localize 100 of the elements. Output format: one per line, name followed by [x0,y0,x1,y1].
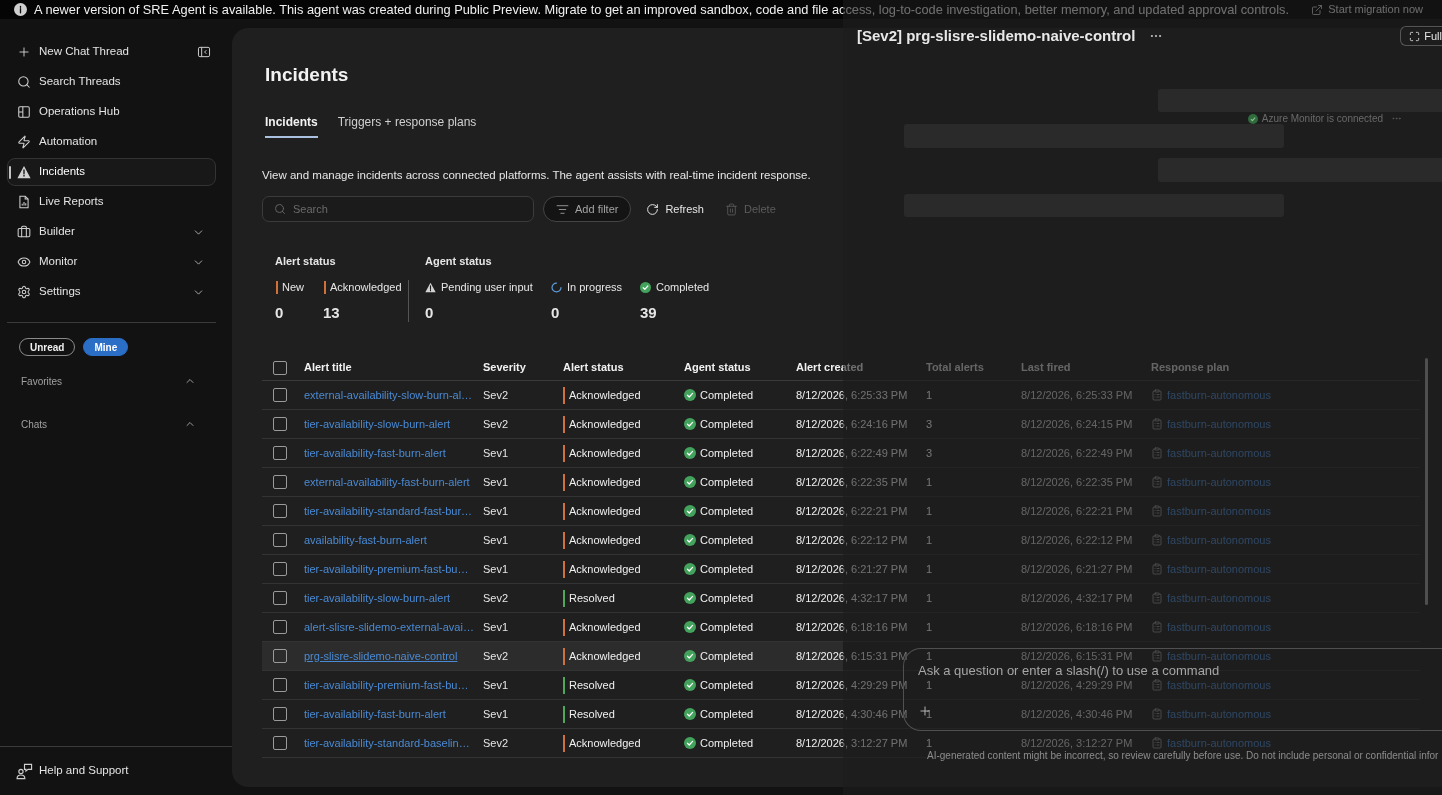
section-toggle[interactable]: Chats [21,414,196,434]
clipboard-icon [1151,679,1163,691]
clipboard-icon [1151,505,1163,517]
nav-item[interactable]: Builder [7,218,216,246]
banner-message: A newer version of SRE Agent is available. This agent was created during Public Preview. Migrate to get an improved sandbox, code and file access, log-to-code investigation, better memory, and updated approval controls. [34,2,1290,17]
checkbox[interactable] [273,562,287,576]
tab[interactable]: Triggers + response plans [337,114,477,138]
table-cell: 8/12/2026, 6:22:21 PM [796,504,908,518]
connection-status: Azure Monitor is connected [1261,113,1383,124]
checkbox[interactable] [273,446,287,460]
alert-link[interactable]: external-availability-fast-burn-alert [304,475,470,489]
checkbox[interactable] [273,533,287,547]
briefcase-icon [17,225,31,239]
start-migration-button[interactable]: Start migration now [1311,3,1423,16]
nav-item[interactable]: Operations Hub [7,98,216,126]
table-cell: 8/12/2026, 6:25:33 PM [796,388,908,402]
table-cell: 8/12/2026, 6:22:12 PM [796,533,908,547]
search-field[interactable]: Search [262,196,534,222]
table-cell: 8/12/2026, 6:21:27 PM [796,562,908,576]
alert-link[interactable]: tier-availability-standard-baselin… [304,736,470,750]
nav-item[interactable]: New Chat Thread [7,38,196,66]
column-header: Alert title [304,361,352,374]
filter-icon [556,202,569,216]
table-cell: 8/12/2026, 4:30:46 PM [796,707,908,721]
add-button[interactable] [918,704,932,718]
check-circle-icon [684,621,696,633]
table-cell: Sev1 [483,562,509,576]
table-cell: 8/12/2026, 4:32:17 PM [1021,591,1133,605]
alert-link[interactable]: external-availability-slow-burn-al… [304,388,473,402]
table-cell: 1 [926,736,933,750]
toolbar-button[interactable]: Refresh [642,196,708,222]
nav-item[interactable]: Incidents [7,158,216,186]
agent-status-text: Completed [700,562,754,576]
checkbox[interactable] [273,504,287,518]
column-header: Response plan [1151,361,1230,374]
stat-count: 0 [425,304,434,322]
alert-link[interactable]: tier-availability-fast-burn-alert [304,446,446,460]
checkbox[interactable] [273,707,287,721]
alert-status-text: Acknowledged [569,533,641,547]
agent-status-text: Completed [700,736,754,750]
table-cell: 1 [926,533,933,547]
alert-link[interactable]: tier-availability-slow-burn-alert [304,417,451,431]
clipboard-icon [1151,534,1163,546]
checkbox[interactable] [273,678,287,692]
table-cell: 8/12/2026, 4:29:29 PM [796,678,908,692]
alert-link[interactable]: availability-fast-burn-alert [304,533,427,547]
alert-link[interactable]: tier-availability-standard-fast-bur… [304,504,473,518]
nav-item[interactable]: Search Threads [7,68,216,96]
table-cell: 8/12/2026, 3:12:27 PM [1021,736,1133,750]
column-header: Agent status [684,361,751,374]
clipboard-icon [1151,389,1163,401]
table-cell: 1 [926,504,933,518]
collapse-sidebar-button[interactable] [196,44,212,60]
checkbox[interactable] [273,360,287,375]
table-cell: 8/12/2026, 3:12:27 PM [796,736,908,750]
table-cell: 8/12/2026, 6:22:49 PM [1021,446,1133,460]
alert-link[interactable]: tier-availability-fast-burn-alert [304,707,446,721]
alert-link[interactable]: prg-slisre-slidemo-naive-control [304,649,458,663]
chat-input[interactable]: Ask a question or enter a slash(/) to use a command [918,664,1398,678]
nav-item[interactable]: Settings [7,278,216,306]
person-chat-icon [16,762,33,780]
table-cell: 8/12/2026, 6:24:15 PM [1021,417,1133,431]
filter-chip[interactable]: Mine [83,338,129,356]
alert-link[interactable]: tier-availability-premium-fast-bu… [304,678,469,692]
clipboard-icon [1151,592,1163,604]
toolbar-button[interactable]: Add filter [543,196,632,222]
check-circle-icon [684,447,696,459]
nav-item[interactable]: Automation [7,128,216,156]
alert-link[interactable]: tier-availability-slow-burn-alert [304,591,451,605]
checkbox[interactable] [273,388,287,402]
column-header: Total alerts [926,361,984,374]
alert-link[interactable]: tier-availability-premium-fast-bu… [304,562,469,576]
stats-heading: Alert status [275,254,336,268]
checkbox[interactable] [273,620,287,634]
check-circle-icon [684,679,696,691]
help-button[interactable]: Help and Support [16,762,129,780]
checkbox[interactable] [273,591,287,605]
nav-item[interactable]: Live Reports [7,188,216,216]
scrollbar-thumb[interactable] [1425,358,1428,605]
column-header: Alert created [796,361,864,374]
checkbox[interactable] [273,736,287,750]
alert-status-text: Acknowledged [569,388,641,402]
section-toggle[interactable]: Favorites [21,371,196,391]
check-circle-icon [1247,113,1258,124]
alert-link[interactable]: alert-slisre-slidemo-external-avai… [304,620,474,634]
fullscreen-button[interactable]: Full [1400,26,1442,46]
agent-status-text: Completed [700,620,754,634]
table-cell: 8/12/2026, 6:22:35 PM [796,475,908,489]
checkbox[interactable] [273,417,287,431]
nav-item[interactable]: Monitor [7,248,216,276]
stats-heading: Agent status [425,254,492,268]
checkbox[interactable] [273,649,287,663]
table-cell: 1 [926,591,933,605]
table-cell: Sev2 [483,591,509,605]
stat-label: Acknowledged [330,279,402,295]
table-cell: Sev2 [483,388,509,402]
check-circle-icon [684,476,696,488]
tab[interactable]: Incidents [265,114,318,138]
checkbox[interactable] [273,475,287,489]
external-link-icon [1311,3,1324,16]
